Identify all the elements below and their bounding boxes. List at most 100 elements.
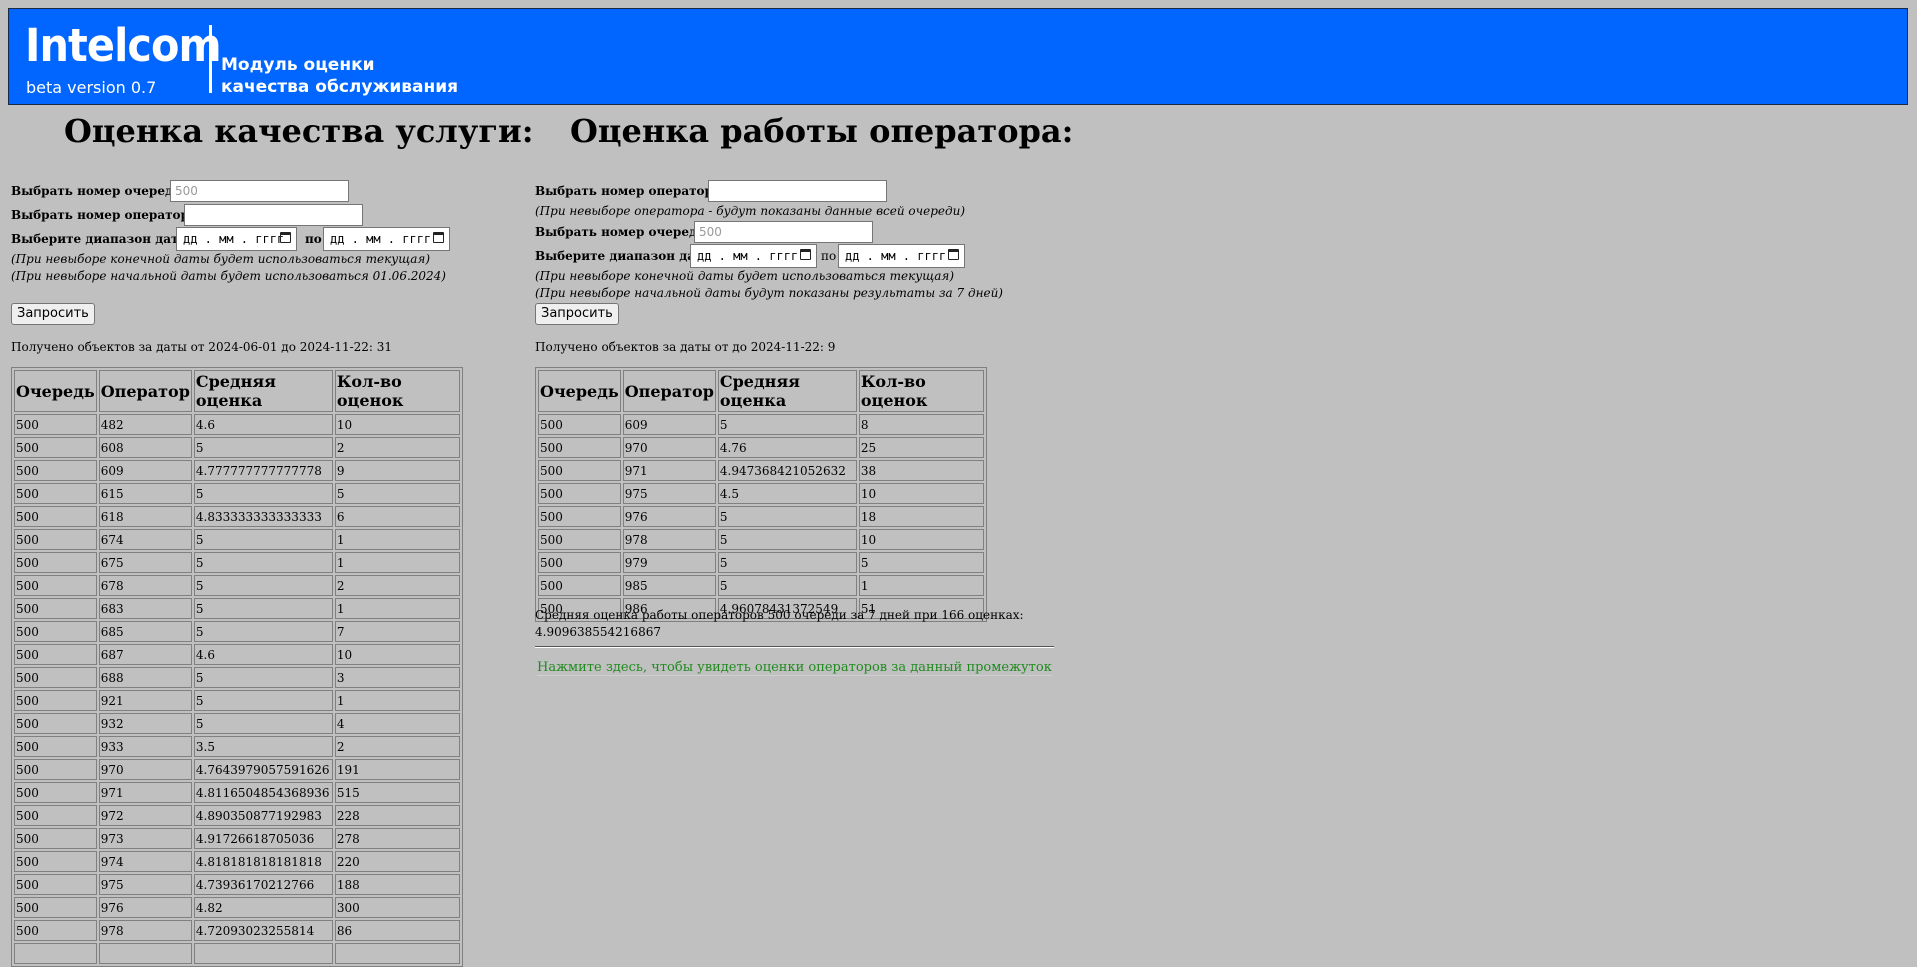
cell-avg-score: 5 [193, 483, 333, 504]
service-quality-title: Оценка качества услуги: [64, 112, 534, 150]
right-operator-label: Выбрать номер оператора: [535, 184, 726, 198]
right-operator-note: (При невыборе оператора - будут показаны… [535, 204, 966, 218]
cell-queue: 500 [14, 713, 97, 734]
table-row: 500 971 4.947368421052632 38 [538, 460, 984, 481]
cell-operator: 974 [98, 851, 192, 872]
cell-queue: 500 [14, 598, 97, 619]
cell-avg-score: 5 [717, 575, 857, 596]
cell-operator: 970 [622, 437, 716, 458]
left-results-table: Очередь Оператор Средняя оценка Кол-во о… [11, 367, 463, 967]
cell-avg-score: 4.818181818181818 [193, 851, 333, 872]
left-date-label: Выберите диапазон дат: с [11, 232, 195, 246]
cell-avg-score: 5 [193, 713, 333, 734]
summary-value: 4.909638554216867 [535, 625, 661, 639]
cell-avg-score: 5 [193, 529, 333, 550]
cell-operator: 972 [98, 805, 192, 826]
cell-score-count: 1 [334, 552, 460, 573]
cell-avg-score: 4.8116504854368936 [193, 782, 333, 803]
calendar-icon[interactable] [433, 232, 444, 243]
calendar-icon[interactable] [800, 249, 811, 260]
cell-operator: 932 [98, 713, 192, 734]
cell-operator: 985 [622, 575, 716, 596]
right-date-to-input[interactable]: дд . мм . гггг [838, 244, 965, 268]
cell-queue: 500 [14, 529, 97, 550]
cell-avg-score: 4.890350877192983 [193, 805, 333, 826]
cell-avg-score: 4.6 [193, 644, 333, 665]
cell-avg-score: 5 [717, 552, 857, 573]
left-date-to-input[interactable]: дд . мм . гггг [323, 227, 450, 251]
app-header: Intelcom beta version 0.7 Модуль оценки … [8, 8, 1908, 105]
cell-score-count: 6 [334, 506, 460, 527]
calendar-icon[interactable] [948, 249, 959, 260]
cell-score-count: 7 [334, 621, 460, 642]
left-to-label: по [305, 232, 322, 246]
cell-queue: 500 [14, 437, 97, 458]
module-title: Модуль оценки качества обслуживания [221, 54, 458, 98]
cell-queue: 500 [14, 644, 97, 665]
table-row: 500 618 4.833333333333333 6 [14, 506, 460, 527]
left-operator-input[interactable] [184, 204, 363, 226]
table-row: 500 973 4.91726618705036 278 [14, 828, 460, 849]
col-queue: Очередь [538, 370, 621, 412]
left-queue-input[interactable] [170, 180, 349, 202]
cell-avg-score: 5 [193, 598, 333, 619]
cell-score-count: 10 [858, 483, 984, 504]
table-row: 500 609 4.777777777777778 9 [14, 460, 460, 481]
cell-avg-score: 5 [193, 437, 333, 458]
table-row: 500 678 5 2 [14, 575, 460, 596]
cell-avg-score: 4.76 [717, 437, 857, 458]
table-row: 500 609 5 8 [538, 414, 984, 435]
col-score-count: Кол-во оценок [858, 370, 984, 412]
col-avg-score: Средняя оценка [717, 370, 857, 412]
right-request-button[interactable]: Запросить [535, 303, 619, 325]
left-operator-label: Выбрать номер оператора: [11, 208, 202, 222]
table-row: 500 985 5 1 [538, 575, 984, 596]
cell-avg-score: 4.91726618705036 [193, 828, 333, 849]
cell-avg-score: 3.5 [193, 736, 333, 757]
table-row: 500 688 5 3 [14, 667, 460, 688]
date-placeholder: дд . мм . гггг [183, 232, 285, 246]
cell-queue: 500 [14, 690, 97, 711]
cell-queue: 500 [538, 529, 621, 550]
cell-operator [98, 943, 192, 964]
cell-avg-score: 5 [193, 575, 333, 596]
cell-queue: 500 [14, 483, 97, 504]
cell-queue: 500 [14, 759, 97, 780]
cell-operator: 971 [98, 782, 192, 803]
table-row: 500 979 5 5 [538, 552, 984, 573]
calendar-icon[interactable] [280, 232, 291, 243]
col-avg-score: Средняя оценка [193, 370, 333, 412]
table-row: 500 921 5 1 [14, 690, 460, 711]
table-row: 500 978 5 10 [538, 529, 984, 550]
left-date-from-input[interactable]: дд . мм . гггг [176, 227, 297, 251]
table-row: 500 976 4.82 300 [14, 897, 460, 918]
cell-score-count: 191 [334, 759, 460, 780]
cell-score-count: 188 [334, 874, 460, 895]
cell-queue: 500 [14, 897, 97, 918]
cell-operator: 971 [622, 460, 716, 481]
cell-score-count: 515 [334, 782, 460, 803]
cell-queue: 500 [14, 874, 97, 895]
right-operator-input[interactable] [708, 180, 887, 202]
cell-score-count: 10 [334, 644, 460, 665]
cell-operator: 482 [98, 414, 192, 435]
col-operator: Оператор [622, 370, 716, 412]
cell-avg-score: 5 [193, 667, 333, 688]
version-label: beta version 0.7 [26, 78, 157, 97]
cell-score-count: 10 [858, 529, 984, 550]
table-row: 500 683 5 1 [14, 598, 460, 619]
view-operator-ratings-link[interactable]: Нажмите здесь, чтобы увидеть оценки опер… [537, 660, 1052, 676]
module-title-line1: Модуль оценки [221, 55, 375, 75]
date-placeholder: дд . мм . гггг [845, 249, 947, 263]
right-result-count: Получено объектов за даты от до 2024-11-… [535, 340, 836, 354]
left-request-button[interactable]: Запросить [11, 303, 95, 325]
cell-operator: 608 [98, 437, 192, 458]
cell-score-count: 220 [334, 851, 460, 872]
right-queue-input[interactable] [694, 221, 873, 243]
cell-avg-score: 4.833333333333333 [193, 506, 333, 527]
left-result-count: Получено объектов за даты от 2024-06-01 … [11, 340, 393, 354]
cell-queue: 500 [14, 414, 97, 435]
cell-queue: 500 [14, 736, 97, 757]
header-divider [209, 25, 212, 93]
right-date-from-input[interactable]: дд . мм . гггг [690, 244, 817, 268]
